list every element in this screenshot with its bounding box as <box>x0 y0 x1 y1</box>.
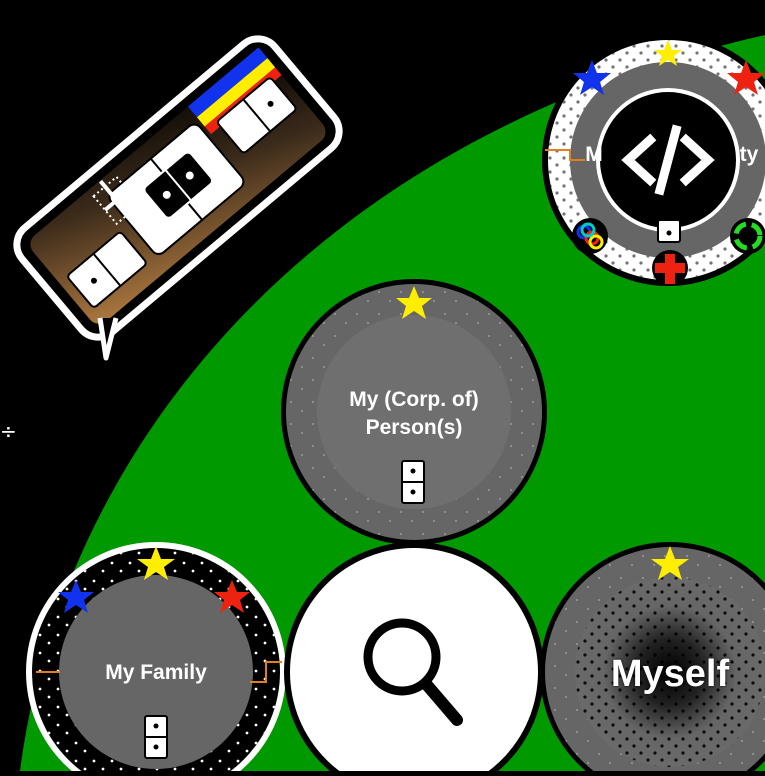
rings-icon <box>572 218 608 254</box>
my-person-label: My (Corp. of) Person(s) <box>349 388 479 439</box>
my-self-label: Myself <box>610 653 730 695</box>
my-family-label: My Family <box>105 661 207 684</box>
my-community-label-right: ty <box>739 143 759 166</box>
app-canvas: My (Corp. of) Person(s) My Family M ty M… <box>0 0 765 776</box>
divide-icon[interactable]: ÷ <box>0 421 17 441</box>
domino-icon <box>144 715 168 759</box>
plus-icon[interactable] <box>652 250 688 286</box>
domino-icon <box>401 460 425 504</box>
domino-card-tail <box>97 317 119 361</box>
recycle-icon <box>730 218 765 254</box>
my-community-label-left: M <box>585 143 603 166</box>
